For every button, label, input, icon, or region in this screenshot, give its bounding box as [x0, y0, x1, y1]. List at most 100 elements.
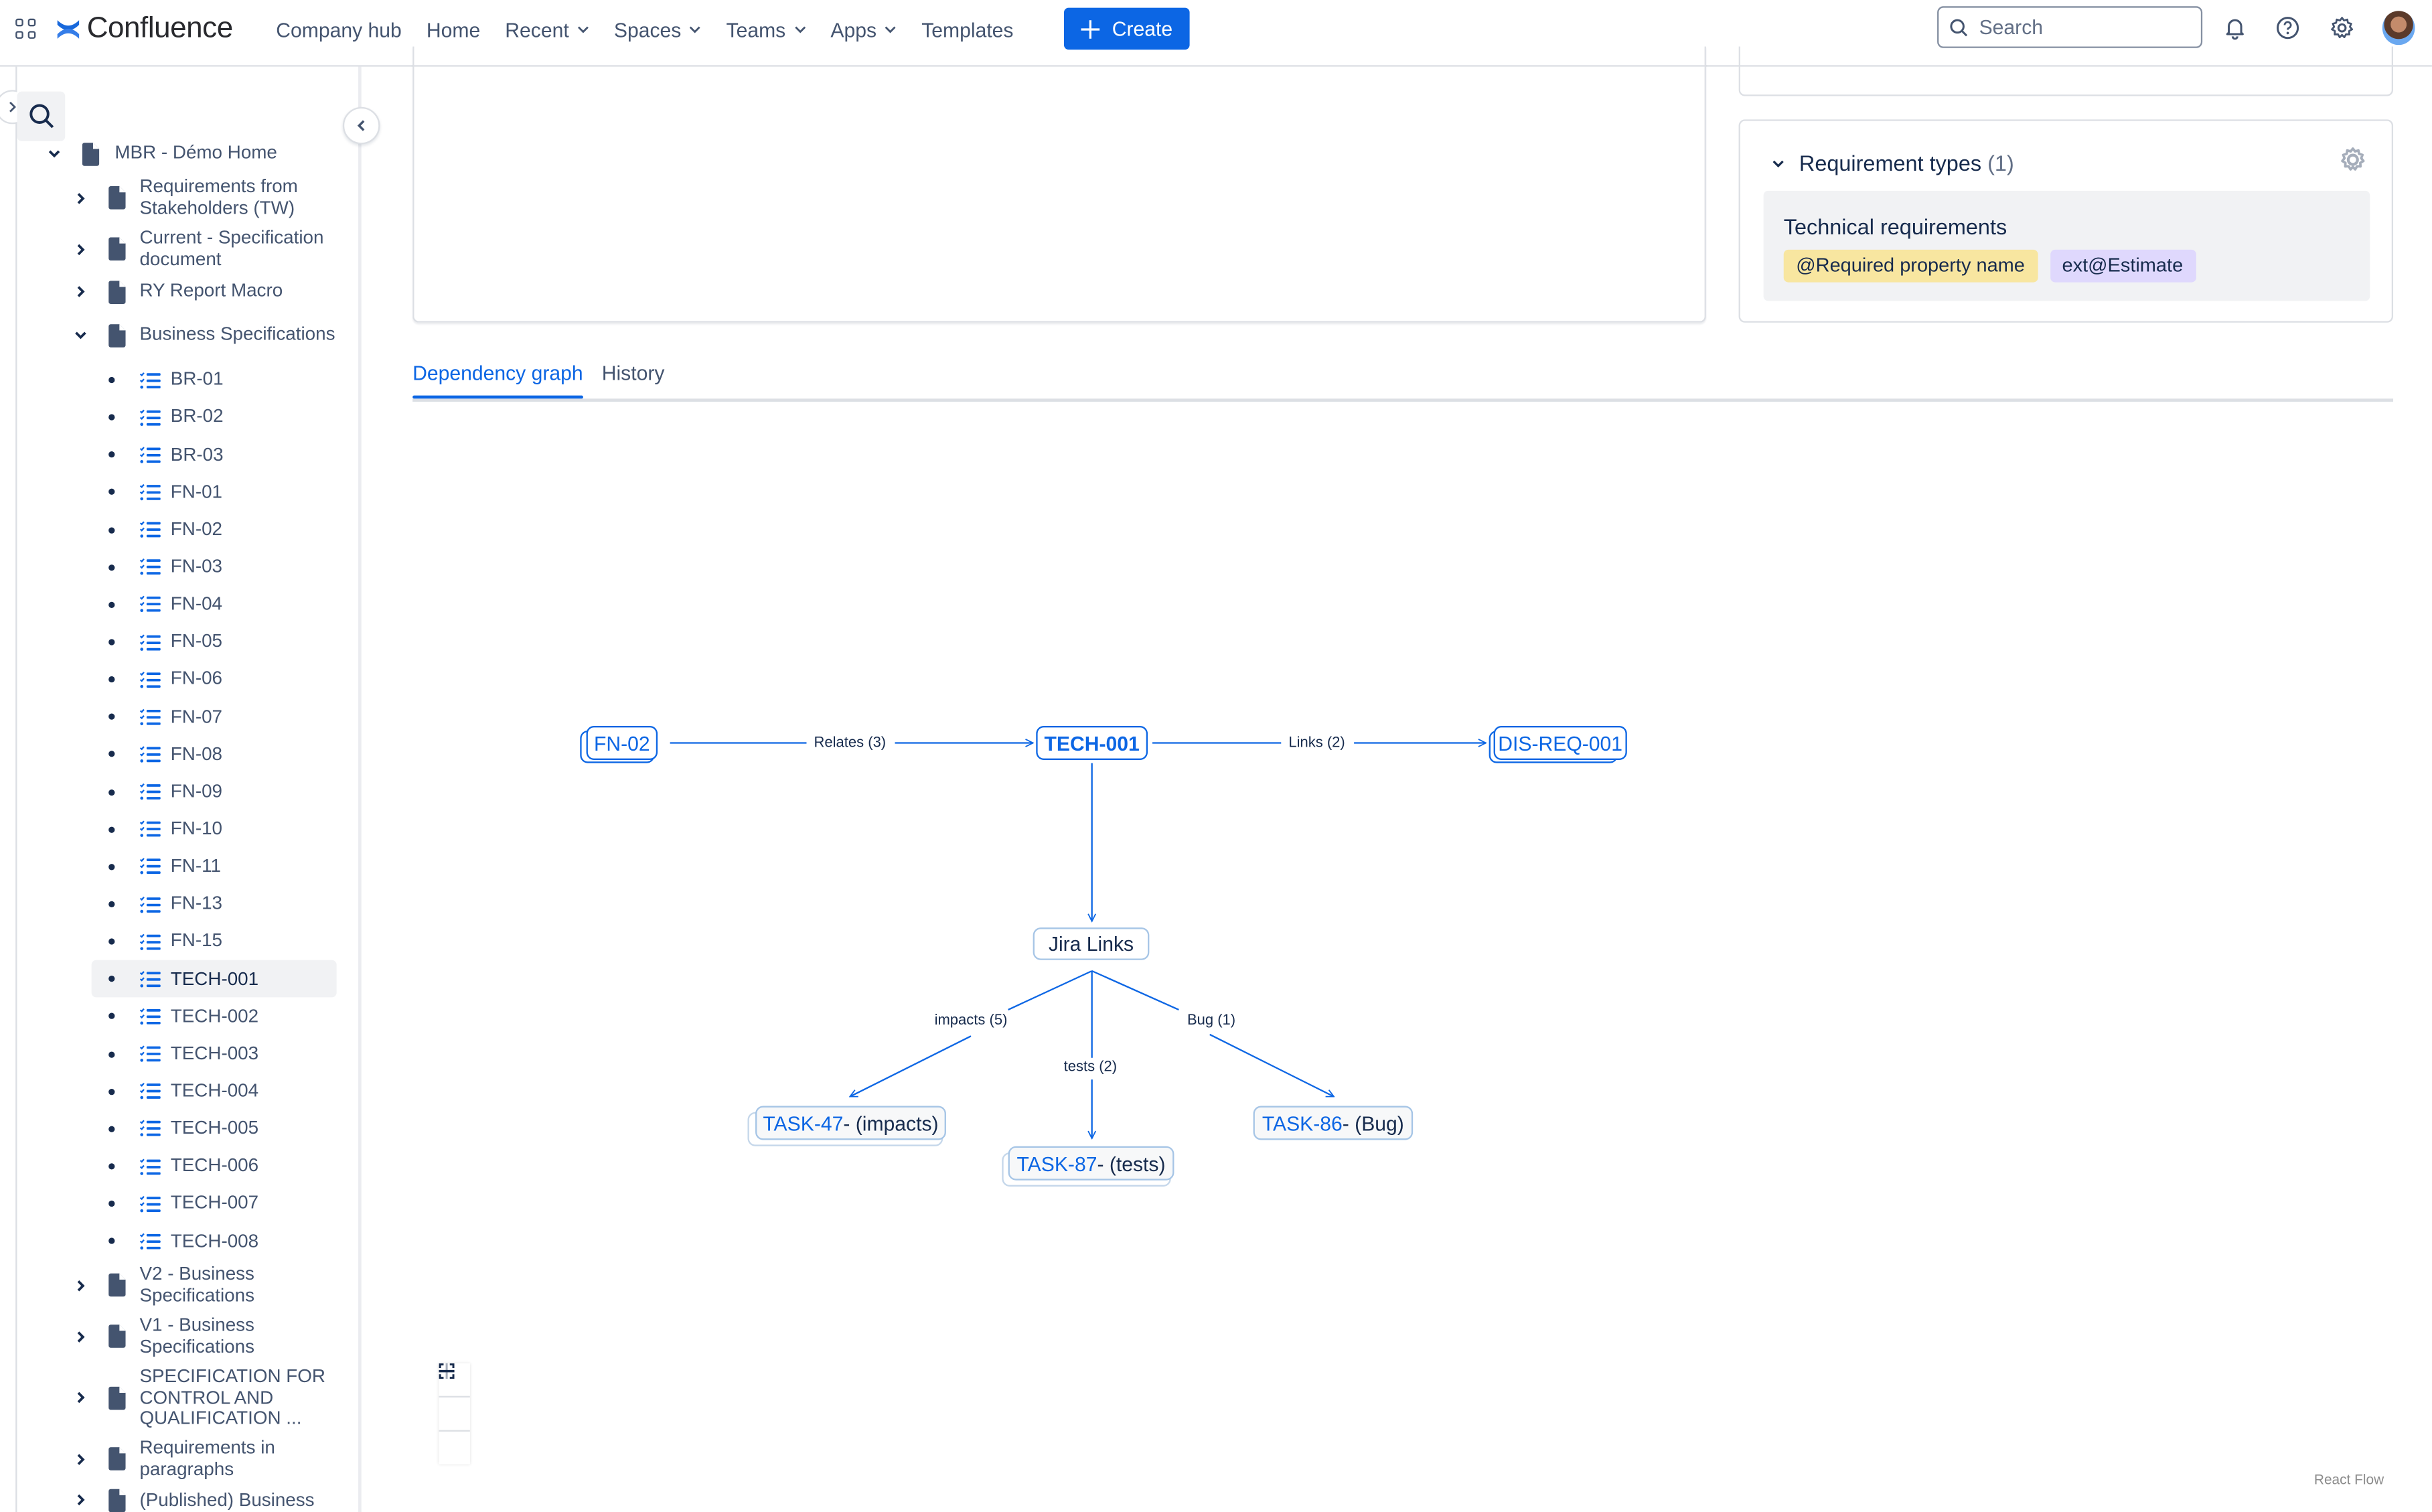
collapse-sidebar-button[interactable] [342, 106, 380, 145]
tree-item-page[interactable]: (Published) Business [17, 1485, 358, 1512]
tree-item-requirement[interactable]: BR-01 [17, 362, 358, 399]
tree-item-requirement[interactable]: BR-03 [17, 437, 358, 474]
confluence-logo[interactable]: Confluence [56, 13, 233, 47]
tree-item-requirement[interactable]: FN-15 [17, 923, 358, 960]
graph-node-task-86[interactable]: TASK-86 - (Bug) [1253, 1106, 1414, 1140]
graph-node-tech-001[interactable]: TECH-001 [1036, 726, 1148, 760]
tree-item-page[interactable]: SPECIFICATION FOR CONTROL AND QUALIFICAT… [17, 1363, 358, 1434]
tree-item-requirement[interactable]: FN-08 [17, 736, 358, 773]
help-icon[interactable] [2274, 14, 2302, 42]
bullet [108, 639, 115, 646]
expand-toggle[interactable] [72, 1450, 90, 1468]
tree-item-requirement-active[interactable]: TECH-001 [91, 960, 337, 998]
edge-label: Relates (3) [810, 734, 889, 752]
sidebar-resize-handle[interactable] [358, 66, 362, 1512]
collapse-toggle[interactable] [72, 325, 90, 344]
react-flow-attribution[interactable]: React Flow [2314, 1472, 2384, 1487]
node-link[interactable]: TECH-001 [1045, 731, 1140, 755]
tab-dependency-graph[interactable]: Dependency graph [412, 362, 583, 399]
search-input[interactable] [1979, 15, 2181, 39]
chevron-right-icon [77, 1331, 85, 1343]
search-field[interactable] [1937, 6, 2203, 48]
tree-item-requirement[interactable]: FN-10 [17, 811, 358, 848]
expand-toggle[interactable] [72, 283, 90, 301]
tree-item-requirement[interactable]: TECH-003 [17, 1035, 358, 1073]
graph-node-task-87[interactable]: TASK-87 - (tests) [1008, 1146, 1174, 1181]
requirement-types-panel: Requirement types (1) Technical requirem… [1738, 119, 2394, 323]
app-switcher-icon[interactable] [15, 18, 37, 40]
sidebar-search-button[interactable] [17, 91, 66, 141]
requirement-types-toggle[interactable]: Requirement types (1) [1771, 151, 2014, 175]
expand-toggle[interactable] [72, 1276, 90, 1295]
bullet [108, 1013, 115, 1020]
requirement-type-card[interactable]: Technical requirements @Required propert… [1763, 190, 2370, 301]
tree-item-requirement[interactable]: TECH-004 [17, 1073, 358, 1110]
tree-item-requirement[interactable]: TECH-005 [17, 1110, 358, 1148]
tree-item-requirement[interactable]: FN-13 [17, 886, 358, 923]
requirement-icon [139, 1008, 161, 1025]
tree-item-page[interactable]: V1 - Business Specifications [17, 1311, 358, 1362]
tree-item-requirement[interactable]: TECH-006 [17, 1148, 358, 1185]
nav-item-apps[interactable]: Apps [830, 18, 897, 41]
tree-item-requirement[interactable]: FN-09 [17, 773, 358, 811]
expand-toggle[interactable] [72, 240, 90, 258]
chevron-right-icon [77, 1454, 85, 1465]
tree-item-label: MBR - Démo Home [115, 141, 277, 163]
tab-history[interactable]: History [602, 362, 665, 396]
settings-icon[interactable] [2328, 14, 2356, 42]
expand-toggle[interactable] [72, 1389, 90, 1408]
fit-view-button[interactable] [439, 1363, 470, 1464]
node-link[interactable]: TASK-47 [763, 1112, 843, 1135]
nav-item-teams[interactable]: Teams [727, 18, 806, 41]
requirement-icon [139, 1158, 161, 1175]
tree-item-requirement[interactable]: FN-05 [17, 623, 358, 661]
tree-item-label: FN-09 [170, 779, 223, 802]
expand-toggle[interactable] [72, 188, 90, 207]
tree-item-requirement[interactable]: FN-07 [17, 698, 358, 736]
node-link[interactable]: DIS-REQ-001 [1498, 731, 1622, 755]
requirement-icon [139, 633, 161, 650]
tree-item-requirement[interactable]: FN-04 [17, 586, 358, 623]
tree-item-requirement[interactable]: FN-03 [17, 548, 358, 586]
nav-item-spaces[interactable]: Spaces [614, 18, 702, 41]
collapse-toggle[interactable] [45, 144, 64, 163]
notifications-icon[interactable] [2221, 14, 2249, 42]
tree-item-label: FN-04 [170, 593, 223, 615]
tree-item-page[interactable]: Business Specifications [17, 309, 358, 362]
tree-item-page[interactable]: V2 - Business Specifications [17, 1260, 358, 1311]
graph-node-task-47[interactable]: TASK-47 - (impacts) [755, 1106, 946, 1140]
avatar[interactable] [2382, 11, 2415, 46]
nav-item-recent[interactable]: Recent [505, 18, 589, 41]
page-tree-sidebar: MBR - Démo Home Requirements from Stakeho… [17, 66, 359, 1512]
gear-icon[interactable] [2339, 146, 2367, 174]
requirement-icon [139, 483, 161, 501]
node-link[interactable]: FN-02 [594, 731, 650, 755]
tree-item-page[interactable]: Requirements from Stakeholders (TW) [17, 172, 358, 223]
graph-node-fn-02[interactable]: FN-02 [586, 726, 658, 760]
tree-item-requirement[interactable]: BR-02 [17, 399, 358, 437]
dependency-graph-canvas[interactable]: FN-02 TECH-001 DIS-REQ-001 Jira Links TA… [412, 400, 2393, 1512]
nav-item-templates[interactable]: Templates [921, 18, 1013, 42]
nav-item-company-hub[interactable]: Company hub [276, 18, 402, 42]
create-button[interactable]: Create [1063, 7, 1190, 50]
tree-item-page[interactable]: RY Report Macro [17, 275, 358, 309]
tree-item-page[interactable]: Requirements in paragraphs [17, 1434, 358, 1485]
node-link[interactable]: TASK-87 [1017, 1152, 1097, 1175]
tree-item-requirement[interactable]: FN-06 [17, 661, 358, 698]
tree-item-page[interactable]: Current - Specification document [17, 224, 358, 275]
tree-item-requirement[interactable]: TECH-008 [17, 1223, 358, 1260]
zoom-out-button[interactable] [439, 1369, 470, 1432]
nav-item-home[interactable]: Home [427, 18, 480, 42]
tree-item-requirement[interactable]: TECH-002 [17, 998, 358, 1035]
node-link[interactable]: TASK-86 [1262, 1112, 1343, 1135]
tree-item-requirement[interactable]: FN-11 [17, 848, 358, 886]
graph-node-jira-links[interactable]: Jira Links [1033, 927, 1150, 960]
tree-item-requirement[interactable]: TECH-007 [17, 1185, 358, 1223]
tree-item-requirement[interactable]: FN-01 [17, 473, 358, 511]
tree-item-requirement[interactable]: FN-02 [17, 511, 358, 548]
bullet [108, 1201, 115, 1207]
expand-toggle[interactable] [72, 1491, 90, 1510]
tree-item-root[interactable]: MBR - Démo Home [17, 135, 358, 173]
expand-toggle[interactable] [72, 1327, 90, 1346]
graph-node-dis-req-001[interactable]: DIS-REQ-001 [1493, 726, 1627, 760]
